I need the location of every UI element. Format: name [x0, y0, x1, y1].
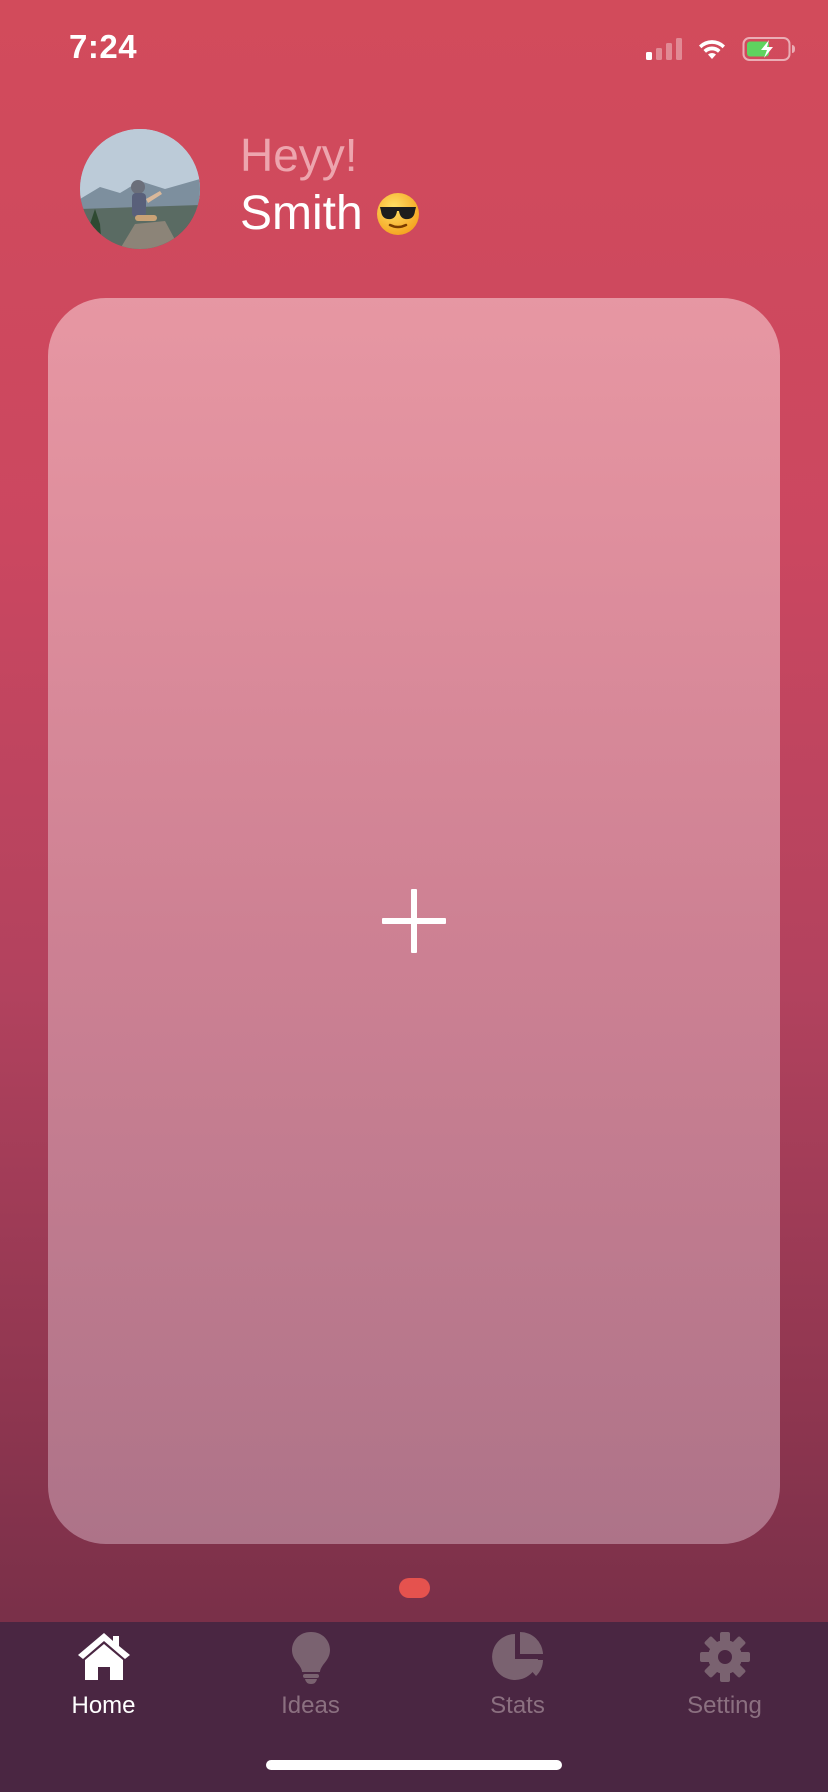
status-icons — [646, 36, 796, 62]
lightbulb-icon — [291, 1632, 330, 1684]
tab-setting-label: Setting — [687, 1692, 762, 1719]
plus-icon[interactable] — [382, 889, 446, 953]
tab-home-label: Home — [71, 1692, 136, 1719]
cellular-signal-icon — [646, 38, 682, 60]
home-icon — [77, 1633, 130, 1680]
pie-chart-icon — [491, 1632, 543, 1680]
sunglasses-emoji-icon — [376, 192, 419, 235]
gear-icon — [699, 1632, 750, 1682]
tab-ideas-label: Ideas — [281, 1692, 340, 1719]
user-name-row: Smith — [240, 186, 421, 241]
wifi-icon — [699, 40, 725, 59]
tab-home[interactable]: Home — [0, 1622, 207, 1792]
home-indicator[interactable] — [266, 1760, 562, 1770]
tab-stats-label: Stats — [490, 1692, 545, 1719]
avatar-photo — [80, 129, 200, 249]
status-time: 7:24 — [69, 28, 138, 65]
avatar[interactable] — [80, 129, 200, 249]
status-bar: 7:24 — [0, 0, 828, 100]
page-indicator-dot — [399, 1578, 430, 1598]
battery-charging-icon — [742, 37, 795, 61]
greeting-text: Heyy! — [240, 129, 358, 181]
user-name: Smith — [240, 187, 363, 240]
tab-setting[interactable]: Setting — [621, 1622, 828, 1792]
add-card[interactable] — [48, 298, 780, 1544]
